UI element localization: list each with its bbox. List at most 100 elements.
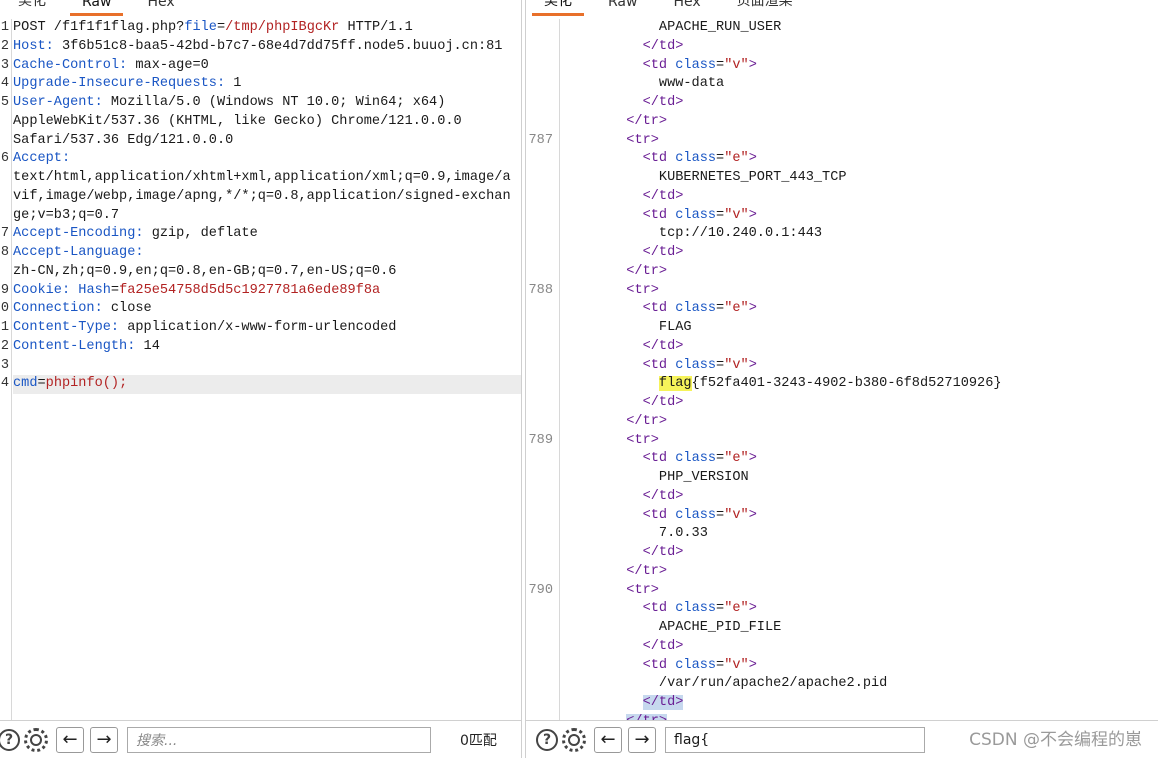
attr-value: "v" [724, 57, 749, 73]
tag-name: td [658, 395, 676, 410]
tag-bracket: </ [642, 545, 659, 560]
tag-bracket: > [675, 338, 684, 354]
code-line: </td> [561, 338, 1158, 357]
code-line: </td> [561, 38, 1158, 57]
line-number: 0 [0, 301, 9, 317]
attr-name: class [675, 657, 717, 673]
code-line: 5 User-Agent: Mozilla/5.0 (Windows NT 10.… [1, 94, 521, 113]
header-value: close [102, 301, 152, 317]
help-icon[interactable]: ? [0, 728, 20, 751]
tag-bracket: > [675, 188, 684, 204]
tag-bracket: </ [642, 95, 659, 110]
tag-bracket: > [748, 357, 757, 373]
back-button[interactable]: ← [56, 726, 84, 753]
tag-name: td [650, 151, 668, 167]
code-line: </td> [561, 244, 1158, 263]
code-line: 7.0.33 [561, 525, 1158, 544]
open-tag: <tr> [626, 283, 659, 298]
header-name: Cache-Control: [13, 57, 128, 73]
close-tag: </td> [643, 639, 684, 654]
request-protocol: HTTP/1.1 [339, 20, 413, 35]
tag-bracket: </ [626, 413, 643, 429]
code-line: </tr> [561, 563, 1158, 582]
attr-value: "v" [724, 657, 749, 673]
close-tag: </td> [643, 395, 684, 410]
attr-value: "v" [724, 357, 749, 373]
tag-bracket: > [650, 132, 659, 148]
code-line: </tr> [561, 263, 1158, 282]
header-name: Accept-Encoding: [13, 226, 144, 242]
request-code: 1 POST /f1f1f1flag.php?file=/tmp/phpIBgcK… [1, 19, 521, 394]
gear-icon[interactable] [24, 727, 48, 752]
open-tag: <td class="v"> [643, 208, 757, 223]
watermark: CSDN @不会编程的崽 [969, 730, 1142, 750]
tag-name: td [658, 188, 676, 204]
header-value: zh-CN,zh;q=0.9,en;q=0.8,en-GB;q=0.7,en-U… [13, 263, 397, 279]
tag-name: td [658, 95, 676, 110]
tag-name: tr [642, 263, 659, 279]
tag-name: td [650, 301, 668, 317]
code-line: </td> [561, 544, 1158, 563]
param-eq: = [110, 282, 120, 298]
response-editor[interactable]: APACHE_RUN_USER </td> <td class="v"> www… [526, 19, 1158, 720]
tag-bracket: < [642, 207, 651, 223]
attr-name: class [675, 601, 717, 617]
tag-bracket: > [675, 695, 684, 710]
param-name: Hash [78, 282, 111, 298]
attr-name: class [675, 507, 717, 523]
header-name: Connection: [13, 301, 103, 317]
param-name: file [184, 20, 217, 35]
header-value: application/x-www-form-urlencoded [119, 320, 397, 335]
tab-hex[interactable]: Hex [655, 0, 718, 16]
forward-button[interactable]: → [628, 726, 656, 753]
cell-text: APACHE_RUN_USER [658, 20, 782, 35]
tag-bracket: > [658, 263, 668, 279]
search-input[interactable]: flag{ [665, 726, 925, 753]
gear-icon[interactable] [562, 727, 586, 752]
tab-pretty[interactable]: 美化 [526, 0, 590, 16]
tag-bracket: > [675, 638, 684, 654]
help-icon[interactable]: ? [536, 728, 558, 751]
line-number: 7 [0, 226, 9, 242]
tag-bracket: > [675, 488, 684, 504]
header-name: Accept: [13, 151, 71, 167]
tag-bracket: </ [642, 488, 659, 504]
tab-pretty[interactable]: 美化 [0, 0, 64, 16]
tag-bracket: < [642, 451, 651, 467]
tab-raw[interactable]: Raw [590, 0, 655, 16]
param-value: phpinfo(); [45, 376, 128, 392]
match-count: 0匹配 [460, 732, 497, 749]
attr-value: "e" [724, 601, 749, 617]
code-line: 4 cmd=phpinfo(); [1, 375, 521, 394]
tag-name: td [658, 338, 676, 354]
header-value: 3f6b51c8-baa5-42bd-b7c7-68e4d7dd75ff.nod… [53, 38, 503, 54]
forward-button[interactable]: → [90, 726, 118, 753]
code-line: Safari/537.36 Edg/121.0.0.0 [13, 132, 521, 151]
request-editor[interactable]: 1 POST /f1f1f1flag.php?file=/tmp/phpIBgcK… [0, 19, 521, 720]
tag-bracket: > [748, 507, 757, 523]
code-line: <td class="v"> [561, 357, 1158, 376]
attr-eq: = [716, 507, 725, 523]
back-button[interactable]: ← [594, 726, 622, 753]
attr-eq: = [716, 151, 725, 167]
tab-raw[interactable]: Raw [64, 0, 129, 16]
close-tag: </td> [642, 695, 684, 710]
search-input[interactable]: 搜索... [127, 726, 431, 753]
close-tag: </tr> [626, 564, 667, 579]
tag-bracket: </ [626, 563, 643, 579]
line-number: 788 [528, 282, 553, 298]
code-line: </tr> [561, 713, 1158, 720]
header-value: vif,image/webp,image/apng,*/*;q=0.8,appl… [13, 188, 511, 204]
tab-hex[interactable]: Hex [129, 0, 192, 16]
tab-render[interactable]: 页面渲染 [719, 0, 811, 16]
tag-name: td [650, 357, 668, 373]
